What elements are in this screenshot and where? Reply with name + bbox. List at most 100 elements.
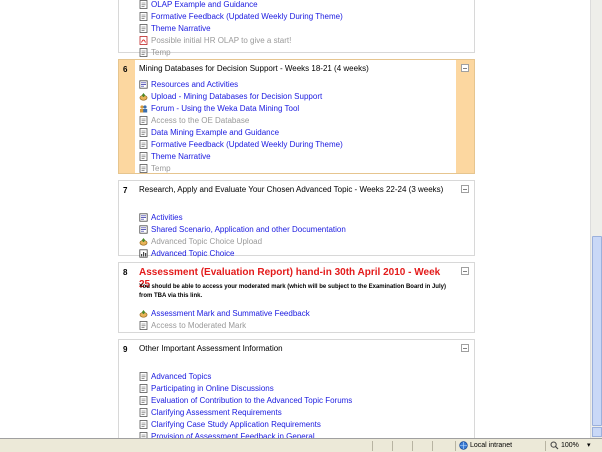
vertical-scrollbar[interactable] bbox=[590, 0, 602, 438]
activity-label[interactable]: Clarifying Case Study Application Requir… bbox=[151, 420, 321, 429]
file-icon bbox=[139, 11, 148, 21]
activity-link[interactable]: Evaluation of Contribution to the Advanc… bbox=[139, 394, 452, 406]
section-controls bbox=[456, 0, 474, 52]
activity-link[interactable]: Clarifying Assessment Requirements bbox=[139, 406, 452, 418]
status-divider bbox=[412, 441, 413, 451]
section-title: Mining Databases for Decision Support - … bbox=[139, 64, 369, 73]
activity-label[interactable]: Temp bbox=[151, 164, 171, 173]
resource-icon bbox=[139, 212, 148, 222]
file-icon bbox=[139, 151, 148, 161]
activity-label[interactable]: Access to Moderated Mark bbox=[151, 321, 246, 330]
pdf-icon bbox=[139, 35, 148, 45]
course-sections: OLAP Example and Guidance Formative Feedb… bbox=[118, 0, 475, 438]
file-icon bbox=[139, 383, 148, 393]
activity-label[interactable]: Activities bbox=[151, 213, 183, 222]
section-body: Research, Apply and Evaluate Your Chosen… bbox=[135, 181, 456, 258]
activity-link[interactable]: Upload - Mining Databases for Decision S… bbox=[139, 90, 452, 102]
activity-label[interactable]: Possible initial HR OLAP to give a start… bbox=[151, 36, 291, 45]
activity-label[interactable]: Advanced Topic Choice bbox=[151, 249, 234, 258]
activity-link[interactable]: Advanced Topic Choice Upload bbox=[139, 235, 452, 247]
zoom-icon[interactable] bbox=[550, 441, 559, 452]
section-controls bbox=[456, 60, 474, 173]
activity-label[interactable]: Advanced Topics bbox=[151, 372, 211, 381]
activity-link[interactable]: Assessment Mark and Summative Feedback bbox=[139, 307, 452, 319]
activity-link[interactable]: Activities bbox=[139, 211, 452, 223]
section-number-cell: 7 bbox=[119, 181, 135, 255]
section-number-cell bbox=[119, 0, 135, 52]
section-items: Assessment Mark and Summative Feedback Ac… bbox=[139, 307, 452, 331]
choice-icon bbox=[139, 248, 148, 258]
activity-link[interactable]: Temp bbox=[139, 46, 452, 58]
activity-link[interactable]: Temp bbox=[139, 162, 452, 174]
section-number: 6 bbox=[123, 65, 128, 74]
scroll-down-arrow-icon[interactable] bbox=[592, 427, 602, 437]
activity-link[interactable]: Shared Scenario, Application and other D… bbox=[139, 223, 452, 235]
status-divider bbox=[392, 441, 393, 451]
section-number: 7 bbox=[123, 186, 128, 195]
activity-link[interactable]: Clarifying Case Study Application Requir… bbox=[139, 418, 452, 430]
section-body: Assessment (Evaluation Report) hand-in 3… bbox=[135, 263, 456, 332]
activity-label[interactable]: Evaluation of Contribution to the Advanc… bbox=[151, 396, 352, 405]
activity-label[interactable]: Resources and Activities bbox=[151, 80, 238, 89]
activity-label[interactable]: Temp bbox=[151, 48, 171, 57]
activity-label[interactable]: Access to the OE Database bbox=[151, 116, 249, 125]
activity-label[interactable]: Advanced Topic Choice Upload bbox=[151, 237, 262, 246]
activity-label[interactable]: Theme Narrative bbox=[151, 24, 211, 33]
activity-label[interactable]: Forum - Using the Weka Data Mining Tool bbox=[151, 104, 299, 113]
collapse-icon[interactable] bbox=[461, 185, 469, 193]
file-icon bbox=[139, 419, 148, 429]
activity-label[interactable]: OLAP Example and Guidance bbox=[151, 0, 258, 9]
zoom-dropdown-icon[interactable]: ▾ bbox=[587, 441, 591, 450]
activity-label[interactable]: Data Mining Example and Guidance bbox=[151, 128, 279, 137]
activity-link[interactable]: Formative Feedback (Updated Weekly Durin… bbox=[139, 138, 452, 150]
activity-link[interactable]: Theme Narrative bbox=[139, 150, 452, 162]
activity-label[interactable]: Upload - Mining Databases for Decision S… bbox=[151, 92, 322, 101]
activity-link[interactable]: Provision of Assessment Feedback in Gene… bbox=[139, 430, 452, 438]
section-body: Mining Databases for Decision Support - … bbox=[135, 60, 456, 173]
course-section-7: 7 Research, Apply and Evaluate Your Chos… bbox=[118, 180, 475, 258]
activity-link[interactable]: Advanced Topic Choice bbox=[139, 247, 452, 259]
activity-label[interactable]: Participating in Online Discussions bbox=[151, 384, 274, 393]
forum-icon bbox=[139, 104, 148, 113]
section-number: 8 bbox=[123, 268, 128, 277]
activity-link[interactable]: Resources and Activities bbox=[139, 78, 452, 90]
activity-link[interactable]: Participating in Online Discussions bbox=[139, 382, 452, 394]
activity-link[interactable]: Forum - Using the Weka Data Mining Tool bbox=[139, 102, 452, 114]
file-icon bbox=[139, 163, 148, 173]
upload-icon bbox=[139, 309, 148, 318]
zoom-level[interactable]: 100% bbox=[561, 441, 579, 450]
status-divider bbox=[372, 441, 373, 451]
page-viewport: OLAP Example and Guidance Formative Feedb… bbox=[0, 0, 590, 438]
collapse-icon[interactable] bbox=[461, 267, 469, 275]
section-number: 9 bbox=[123, 345, 128, 354]
resource-icon bbox=[139, 79, 148, 89]
section-number-cell: 9 bbox=[119, 340, 135, 438]
activity-link[interactable]: Formative Feedback (Updated Weekly Durin… bbox=[139, 10, 452, 22]
section-body: OLAP Example and Guidance Formative Feedb… bbox=[135, 0, 456, 57]
file-icon bbox=[139, 47, 148, 57]
file-icon bbox=[139, 371, 148, 381]
status-bar: Local intranet 100% ▾ bbox=[0, 438, 602, 452]
activity-link[interactable]: Theme Narrative bbox=[139, 22, 452, 34]
scrollbar-thumb[interactable] bbox=[592, 236, 602, 426]
collapse-icon[interactable] bbox=[461, 344, 469, 352]
activity-label[interactable]: Clarifying Assessment Requirements bbox=[151, 408, 282, 417]
activity-label[interactable]: Assessment Mark and Summative Feedback bbox=[151, 309, 310, 318]
activity-link[interactable]: Access to the OE Database bbox=[139, 114, 452, 126]
activity-link[interactable]: Possible initial HR OLAP to give a start… bbox=[139, 34, 452, 46]
collapse-icon[interactable] bbox=[461, 64, 469, 72]
activity-label[interactable]: Shared Scenario, Application and other D… bbox=[151, 225, 346, 234]
activity-label[interactable]: Formative Feedback (Updated Weekly Durin… bbox=[151, 12, 343, 21]
section-title: Other Important Assessment Information bbox=[139, 344, 283, 353]
course-section: OLAP Example and Guidance Formative Feedb… bbox=[118, 0, 475, 57]
activity-label[interactable]: Formative Feedback (Updated Weekly Durin… bbox=[151, 140, 343, 149]
activity-link[interactable]: Advanced Topics bbox=[139, 370, 452, 382]
section-items: Advanced Topics Participating in Online D… bbox=[139, 370, 452, 438]
file-icon bbox=[139, 0, 148, 9]
status-divider bbox=[432, 441, 433, 451]
activity-label[interactable]: Theme Narrative bbox=[151, 152, 211, 161]
activity-link[interactable]: Data Mining Example and Guidance bbox=[139, 126, 452, 138]
activity-link[interactable]: OLAP Example and Guidance bbox=[139, 0, 452, 10]
section-items: OLAP Example and Guidance Formative Feedb… bbox=[139, 0, 452, 58]
activity-link[interactable]: Access to Moderated Mark bbox=[139, 319, 452, 331]
